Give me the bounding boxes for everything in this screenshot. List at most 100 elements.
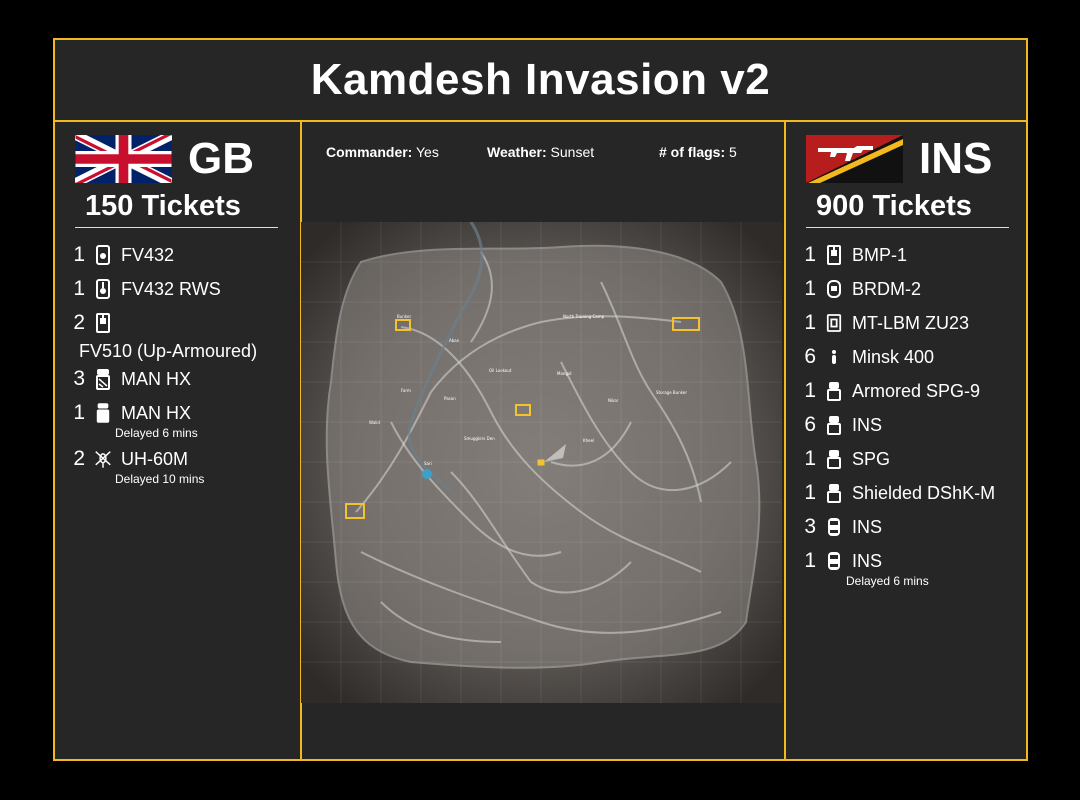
vehicle-row: 1 Shielded DShK-M (786, 476, 1026, 510)
svg-text:Bunker: Bunker (397, 314, 411, 319)
recon-vehicle-icon (826, 279, 842, 299)
vehicle-count: 1 (73, 277, 85, 300)
vehicle-count: 3 (804, 515, 816, 538)
layer-details-panel: Commander: Yes Weather: Sunset # of flag… (300, 120, 784, 759)
vehicle-count: 1 (804, 549, 816, 572)
faction-name: INS (919, 134, 993, 183)
vehicle-name: BMP-1 (852, 244, 908, 265)
vehicle-name: Shielded DShK-M (852, 482, 996, 503)
weather-value: Sunset (550, 144, 595, 160)
svg-text:Nikar: Nikar (608, 398, 619, 403)
apc-icon (95, 245, 111, 265)
team-two-header: INS (806, 134, 992, 184)
vehicle-row: 1 SPG (786, 442, 1026, 476)
vehicle-row: 6 Minsk 400 (786, 340, 1026, 374)
vehicle-name: MAN HX (121, 368, 192, 389)
vehicle-row: 3 MAN HX (55, 362, 300, 396)
layer-title: Kamdesh Invasion v2 (310, 55, 771, 104)
svg-text:Pasan: Pasan (444, 396, 456, 401)
vehicle-name: FV432 (121, 244, 175, 265)
flags-label: # of flags: (659, 144, 726, 160)
svg-text:Oil Lookout: Oil Lookout (489, 368, 512, 373)
delay-note: Delayed 6 mins (115, 426, 198, 440)
aa-vehicle-icon (826, 313, 842, 333)
vehicle-count: 1 (804, 277, 816, 300)
technical-icon (826, 483, 842, 503)
vehicle-count: 1 (804, 447, 816, 470)
layer-info-card: Kamdesh Invasion v2 GB 150 Tickets 1 FV4… (53, 38, 1028, 761)
car-icon (826, 551, 842, 571)
vehicle-row: 1 FV432 (55, 238, 300, 272)
ticket-count: 150 Tickets (85, 190, 241, 222)
vehicle-count: 3 (73, 367, 85, 390)
vehicle-name: INS (852, 516, 883, 537)
commander-label: Commander: (326, 144, 413, 160)
vehicle-count: 1 (73, 401, 85, 424)
title-bar: Kamdesh Invasion v2 (55, 40, 1026, 122)
vehicle-count: 6 (804, 413, 816, 436)
vehicle-count: 1 (804, 243, 816, 266)
vehicle-name: Armored SPG-9 (852, 380, 981, 401)
team-one-header: GB (75, 134, 254, 184)
truck-icon (95, 369, 111, 390)
vehicle-count: 1 (804, 481, 816, 504)
vehicle-row: 3 INS (786, 510, 1026, 544)
svg-text:Storage Bunker: Storage Bunker (656, 390, 687, 395)
weather-info: Weather: Sunset (487, 144, 594, 160)
svg-text:Mangol: Mangol (557, 371, 572, 376)
ifv-icon (826, 245, 842, 265)
faction-name: GB (188, 134, 254, 183)
commander-value: Yes (416, 144, 439, 160)
vehicle-name: INS (852, 414, 883, 435)
vehicle-row: 1 BMP-1 (786, 238, 1026, 272)
vehicle-row: 2 FV510 (Up-Armoured) (55, 306, 300, 362)
vehicle-list: 1 BMP-1 1 BRDM-2 1 MT-LBM ZU23 6 Minsk 4… (786, 238, 1026, 590)
svg-text:Smugglers Den: Smugglers Den (464, 436, 495, 441)
technical-icon (826, 415, 842, 435)
vehicle-row: 1 BRDM-2 (786, 272, 1026, 306)
vehicle-count: 1 (804, 379, 816, 402)
technical-icon (826, 449, 842, 469)
svg-text:Kheel: Kheel (583, 438, 594, 443)
vehicle-row: 1 Armored SPG-9 (786, 374, 1026, 408)
delay-note: Delayed 6 mins (846, 574, 929, 588)
vehicle-list: 1 FV432 1 FV432 RWS 2 FV510 (Up-Armoured… (55, 238, 300, 488)
ifv-icon (95, 313, 111, 333)
divider (75, 227, 278, 228)
motorbike-icon (826, 347, 842, 367)
divider (806, 227, 1009, 228)
vehicle-row: 1 FV432 RWS (55, 272, 300, 306)
weather-label: Weather: (487, 144, 547, 160)
vehicle-count: 1 (804, 311, 816, 334)
vehicle-count: 6 (804, 345, 816, 368)
vehicle-row: 6 INS (786, 408, 1026, 442)
team-two-panel: INS 900 Tickets 1 BMP-1 1 BRDM-2 1 MT-LB… (784, 120, 1026, 759)
car-icon (826, 517, 842, 537)
flags-info: # of flags: 5 (659, 144, 737, 160)
svg-text:Sari: Sari (424, 461, 432, 466)
vehicle-count: 1 (73, 243, 85, 266)
vehicle-name: FV432 RWS (121, 278, 221, 299)
svg-text:Walid: Walid (369, 420, 380, 425)
vehicle-row: 1 INS (786, 544, 1026, 578)
vehicle-row: 1 MAN HX (55, 396, 300, 430)
vehicle-count: 2 (73, 311, 85, 334)
vehicle-name: Minsk 400 (852, 346, 935, 367)
vehicle-name: MT-LBM ZU23 (852, 312, 970, 333)
vehicle-count: 2 (73, 447, 85, 470)
apc-rws-icon (95, 279, 111, 299)
kamdesh-map-image: Bunker Aban North Training Camp Oil Look… (301, 222, 782, 703)
union-jack-flag-icon (75, 135, 172, 183)
vehicle-row: 2 UH-60M (55, 442, 300, 476)
vehicle-name: SPG (852, 448, 891, 469)
commander-info: Commander: Yes (326, 144, 439, 160)
vehicle-name: UH-60M (121, 448, 189, 469)
svg-text:North Training Camp: North Training Camp (563, 314, 605, 319)
vehicle-name: INS (852, 550, 883, 571)
vehicle-name: MAN HX (121, 402, 192, 423)
svg-text:Aban: Aban (449, 338, 460, 343)
insurgent-flag-icon (806, 135, 903, 183)
helicopter-icon (95, 449, 111, 469)
vehicle-name: BRDM-2 (852, 278, 922, 299)
technical-icon (826, 381, 842, 401)
